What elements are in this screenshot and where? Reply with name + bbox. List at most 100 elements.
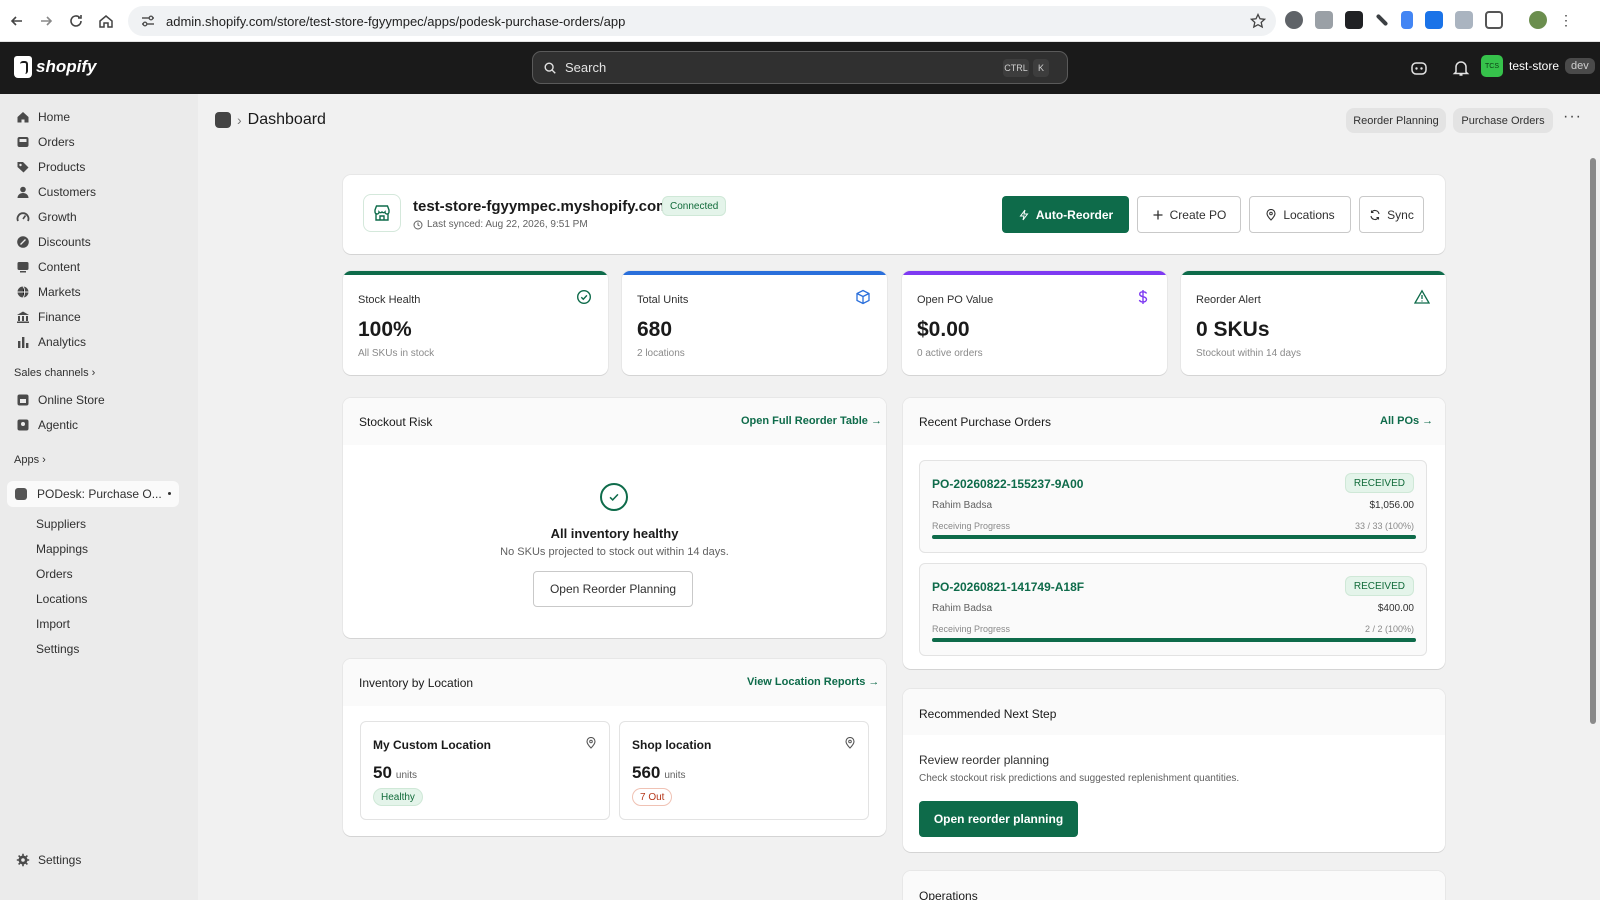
discount-icon	[17, 236, 29, 248]
sales-channels-label: Sales channels	[14, 367, 89, 379]
all-pos-link[interactable]: All POs →	[1380, 415, 1433, 427]
location-card[interactable]: My Custom Location 50 units Healthy	[360, 721, 610, 820]
app-icon	[15, 488, 27, 500]
link-label: All POs	[1380, 415, 1420, 427]
card-title: Stockout Risk	[359, 415, 433, 429]
apps-heading[interactable]: Apps ›	[14, 454, 46, 466]
sidebar-subitem-orders[interactable]: Orders	[36, 567, 73, 581]
sales-channels-heading[interactable]: Sales channels ›	[14, 367, 95, 379]
pin-dot-icon[interactable]	[168, 492, 171, 495]
extension-f-icon[interactable]	[1345, 11, 1363, 29]
create-po-label: Create PO	[1169, 207, 1227, 222]
progress-value: 2 / 2 (100%)	[1364, 624, 1414, 634]
store-name: test-store	[1509, 59, 1560, 73]
location-card[interactable]: Shop location 560 units 7 Out	[619, 721, 869, 820]
extensions-puzzle-icon[interactable]	[1485, 11, 1503, 29]
sidebar-item-discounts[interactable]: Discounts	[8, 230, 180, 254]
sidebar-item-label: Markets	[38, 285, 81, 299]
sidebar-item-content[interactable]: Content	[8, 255, 180, 279]
profile-avatar[interactable]	[1529, 11, 1547, 29]
sidebar-item-label: Content	[38, 260, 81, 274]
open-full-reorder-table-link[interactable]: Open Full Reorder Table →	[741, 415, 882, 427]
app-icon[interactable]	[215, 112, 231, 128]
bell-icon[interactable]	[1452, 59, 1470, 77]
open-reorder-planning-button[interactable]: Open Reorder Planning	[533, 571, 693, 607]
po-list-item[interactable]: PO-20260822-155237-9A00 RECEIVED Rahim B…	[919, 460, 1427, 553]
location-name: My Custom Location	[373, 738, 492, 752]
sidebar-subitem-mappings[interactable]: Mappings	[36, 542, 88, 556]
address-bar[interactable]: admin.shopify.com/store/test-store-fgyym…	[128, 6, 1276, 36]
bookmark-star-icon[interactable]	[1250, 13, 1266, 29]
sidebar-item-online-store[interactable]: Online Store	[8, 388, 180, 412]
progress-fill	[932, 535, 1416, 539]
sidebar-subitem-settings[interactable]: Settings	[36, 642, 79, 656]
sidebar-item-label: PODesk: Purchase O...	[37, 487, 162, 501]
forward-icon[interactable]	[31, 6, 61, 36]
shopify-logo[interactable]: shopify	[14, 56, 96, 78]
card-title: Inventory by Location	[359, 676, 474, 690]
card-title: Operations	[919, 889, 978, 900]
storefront-icon	[363, 194, 401, 232]
sidebar-subitem-suppliers[interactable]: Suppliers	[36, 517, 86, 531]
more-actions-icon[interactable]: ···	[1563, 108, 1582, 126]
kbd-ctrl: CTRL	[1003, 59, 1029, 77]
bar-chart-icon	[18, 337, 29, 348]
extension-image-icon[interactable]	[1315, 11, 1333, 29]
bank-icon	[17, 311, 29, 323]
sidebar-item-home[interactable]: Home	[8, 105, 180, 129]
locations-button[interactable]: Locations	[1249, 196, 1351, 233]
sidebar-item-markets[interactable]: Markets	[8, 280, 180, 304]
auto-reorder-button[interactable]: Auto-Reorder	[1002, 196, 1129, 233]
sidebar-subitem-import[interactable]: Import	[36, 617, 70, 631]
extension-download-icon[interactable]	[1425, 11, 1443, 29]
sidebar-item-label: Online Store	[38, 393, 105, 407]
sidebar-item-podesk-app[interactable]: PODesk: Purchase O...	[7, 481, 179, 507]
check-circle-icon	[600, 483, 628, 511]
sidebar-item-growth[interactable]: Growth	[8, 205, 180, 229]
card-title: Recent Purchase Orders	[919, 415, 1052, 429]
sidebar-item-analytics[interactable]: Analytics	[8, 330, 180, 354]
reorder-planning-button[interactable]: Reorder Planning	[1346, 108, 1446, 133]
sync-button[interactable]: Sync	[1359, 196, 1424, 233]
site-settings-icon[interactable]	[140, 13, 156, 29]
next-step-heading: Review reorder planning	[919, 753, 1050, 767]
purchase-orders-button[interactable]: Purchase Orders	[1453, 108, 1553, 133]
page-scrollbar[interactable]	[1586, 146, 1600, 900]
open-reorder-planning-primary-button[interactable]: Open reorder planning	[919, 801, 1078, 837]
store-menu[interactable]: TCS test-store dev	[1481, 55, 1595, 77]
units-value: 50	[373, 763, 392, 782]
box-icon	[856, 289, 870, 305]
po-number[interactable]: PO-20260822-155237-9A00	[932, 477, 1083, 491]
progress-fill	[932, 638, 1416, 642]
sidebar-item-customers[interactable]: Customers	[8, 180, 180, 204]
view-location-reports-link[interactable]: View Location Reports →	[747, 676, 879, 688]
extension-doc-icon[interactable]	[1401, 11, 1413, 29]
sidebar-item-label: Finance	[38, 310, 81, 324]
scrollbar-thumb[interactable]	[1590, 158, 1596, 724]
extension-pen-icon[interactable]	[1375, 13, 1389, 27]
po-number[interactable]: PO-20260821-141749-A18F	[932, 580, 1084, 594]
home-icon	[17, 112, 29, 123]
chevron-right-icon: ›	[91, 367, 96, 379]
sidebar-item-agentic[interactable]: Agentic	[8, 413, 180, 437]
home-icon[interactable]	[91, 6, 121, 36]
assistant-icon[interactable]	[1410, 59, 1428, 77]
search-input[interactable]: Search CTRL K	[532, 51, 1068, 84]
last-synced-text: Last synced: Aug 22, 2026, 9:51 PM	[427, 219, 588, 230]
stat-accent-bar	[1181, 271, 1446, 275]
extension-camera-icon[interactable]	[1455, 11, 1473, 29]
sidebar-subitem-locations[interactable]: Locations	[36, 592, 87, 606]
create-po-button[interactable]: Create PO	[1137, 196, 1241, 233]
sidebar-item-products[interactable]: Products	[8, 155, 180, 179]
link-label: View Location Reports	[747, 676, 866, 688]
back-icon[interactable]	[2, 6, 32, 36]
sidebar-item-settings[interactable]: Settings	[8, 848, 180, 872]
sidebar-item-label: Home	[38, 110, 71, 124]
browser-menu-icon[interactable]: ⋮	[1559, 12, 1573, 29]
po-list-item[interactable]: PO-20260821-141749-A18F RECEIVED Rahim B…	[919, 563, 1427, 656]
reload-icon[interactable]	[61, 6, 91, 36]
sidebar-item-orders[interactable]: Orders	[8, 130, 180, 154]
status-badge: 7 Out	[632, 788, 673, 806]
extension-compass-icon[interactable]	[1285, 11, 1303, 29]
sidebar-item-finance[interactable]: Finance	[8, 305, 180, 329]
